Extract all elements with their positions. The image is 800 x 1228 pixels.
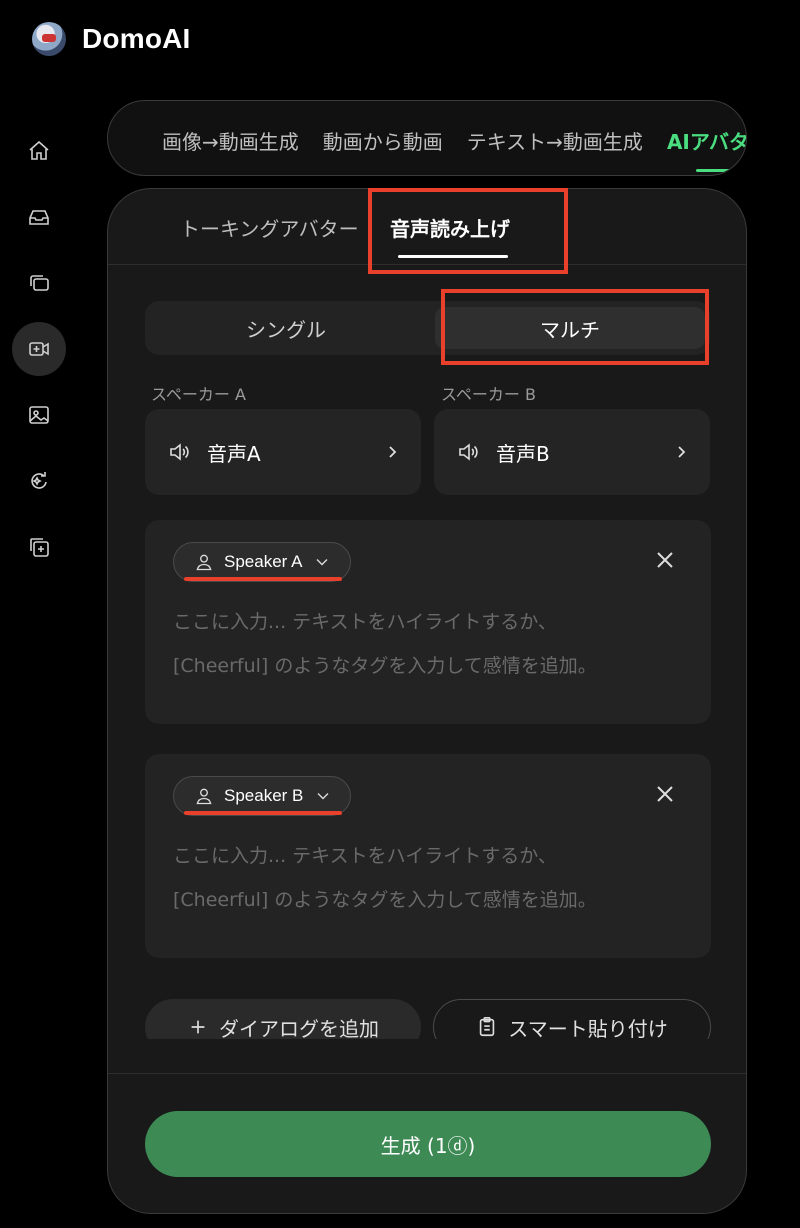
placeholder-line: ここに入力... テキストをハイライトするか、: [173, 611, 557, 633]
speaker-select-a[interactable]: Speaker A: [173, 542, 351, 582]
speaker-b-label: スペーカー B: [441, 385, 536, 404]
placeholder-line: [Cheerful] のようなタグを入力して感情を追加。: [173, 889, 597, 911]
sidebar-item-image[interactable]: [12, 388, 66, 442]
placeholder-line: [Cheerful] のようなタグを入力して感情を追加。: [173, 655, 597, 677]
active-tab-indicator: [696, 169, 736, 172]
divider: [108, 1073, 746, 1074]
speaker-a-voice-select[interactable]: 音声A: [145, 409, 421, 495]
layers-icon: [30, 275, 49, 291]
generate-button[interactable]: 生成 (1ⓓ): [145, 1111, 711, 1177]
sidebar-item-add[interactable]: [12, 520, 66, 574]
user-icon: [196, 788, 212, 805]
top-tab-bar: 画像→動画生成 動画から動画 テキスト→動画生成 AIアバター: [107, 100, 747, 176]
refresh-sparkle-icon: [31, 472, 47, 489]
brand-name: DomoAI: [82, 23, 191, 54]
highlight-underline-speaker-a: [184, 577, 342, 581]
speaker-a-label: スペーカー A: [151, 385, 246, 404]
brand[interactable]: DomoAI: [32, 22, 191, 56]
tab-talking-avatar[interactable]: トーキングアバター: [180, 213, 359, 242]
speaker-volume-icon: [170, 443, 189, 461]
close-icon[interactable]: [655, 550, 675, 570]
image-icon: [29, 406, 49, 424]
speaker-select-label: Speaker B: [224, 786, 304, 805]
chevron-right-icon: [678, 446, 686, 458]
speaker-a-voice: 音声A: [207, 441, 261, 466]
add-square-icon: [30, 538, 49, 557]
smart-paste-button[interactable]: スマート貼り付け: [433, 999, 711, 1039]
speaker-b-voice: 音声B: [496, 441, 550, 466]
clipboard-icon: [480, 1017, 495, 1037]
tab-image-to-video[interactable]: 画像→動画生成: [162, 126, 299, 155]
chevron-right-icon: [389, 446, 397, 458]
user-icon: [196, 554, 212, 571]
speaker-select-b[interactable]: Speaker B: [173, 776, 351, 816]
speaker-b-voice-select[interactable]: 音声B: [434, 409, 710, 495]
speaker-select-label: Speaker A: [224, 552, 303, 571]
mode-single-button[interactable]: シングル: [145, 301, 427, 355]
highlight-underline-speaker-b: [184, 811, 342, 815]
placeholder-line: ここに入力... テキストをハイライトするか、: [173, 845, 557, 867]
sidebar-item-layers[interactable]: [12, 256, 66, 310]
tab-ai-avatar[interactable]: AIアバター: [667, 126, 746, 155]
dialog-text-input[interactable]: ここに入力... テキストをハイライトするか、 [Cheerful] のようなタ…: [173, 600, 693, 688]
chevron-down-icon: [317, 793, 329, 800]
add-dialog-label: ダイアログを追加: [219, 1016, 379, 1040]
sidebar-item-transform[interactable]: [12, 454, 66, 508]
sidebar-item-home[interactable]: [12, 124, 66, 178]
dialog-block-b: Speaker B ここに入力... テキストをハイライトするか、 [Cheer…: [145, 754, 711, 958]
dialog-text-input[interactable]: ここに入力... テキストをハイライトするか、 [Cheerful] のようなタ…: [173, 834, 693, 922]
tab-video-to-video[interactable]: 動画から動画: [323, 126, 443, 155]
sidebar-item-inbox[interactable]: [12, 190, 66, 244]
home-icon: [29, 140, 49, 160]
sidebar-item-video[interactable]: [12, 322, 66, 376]
chevron-down-icon: [316, 559, 328, 566]
plus-icon: [191, 1020, 205, 1034]
sidebar: [12, 124, 66, 586]
smart-paste-label: スマート貼り付け: [508, 1016, 668, 1040]
highlight-box-tts-tab: [368, 188, 568, 274]
video-add-icon: [29, 342, 49, 356]
close-icon[interactable]: [655, 784, 675, 804]
speaker-volume-icon: [459, 443, 478, 461]
tab-text-to-video[interactable]: テキスト→動画生成: [467, 126, 643, 155]
add-dialog-button[interactable]: ダイアログを追加: [145, 999, 421, 1039]
highlight-box-multi-mode: [441, 289, 709, 365]
dialog-actions: ダイアログを追加 スマート貼り付け: [145, 999, 711, 1039]
inbox-icon: [29, 210, 49, 225]
domoai-logo: [32, 22, 66, 56]
dialog-block-a: Speaker A ここに入力... テキストをハイライトするか、 [Cheer…: [145, 520, 711, 724]
